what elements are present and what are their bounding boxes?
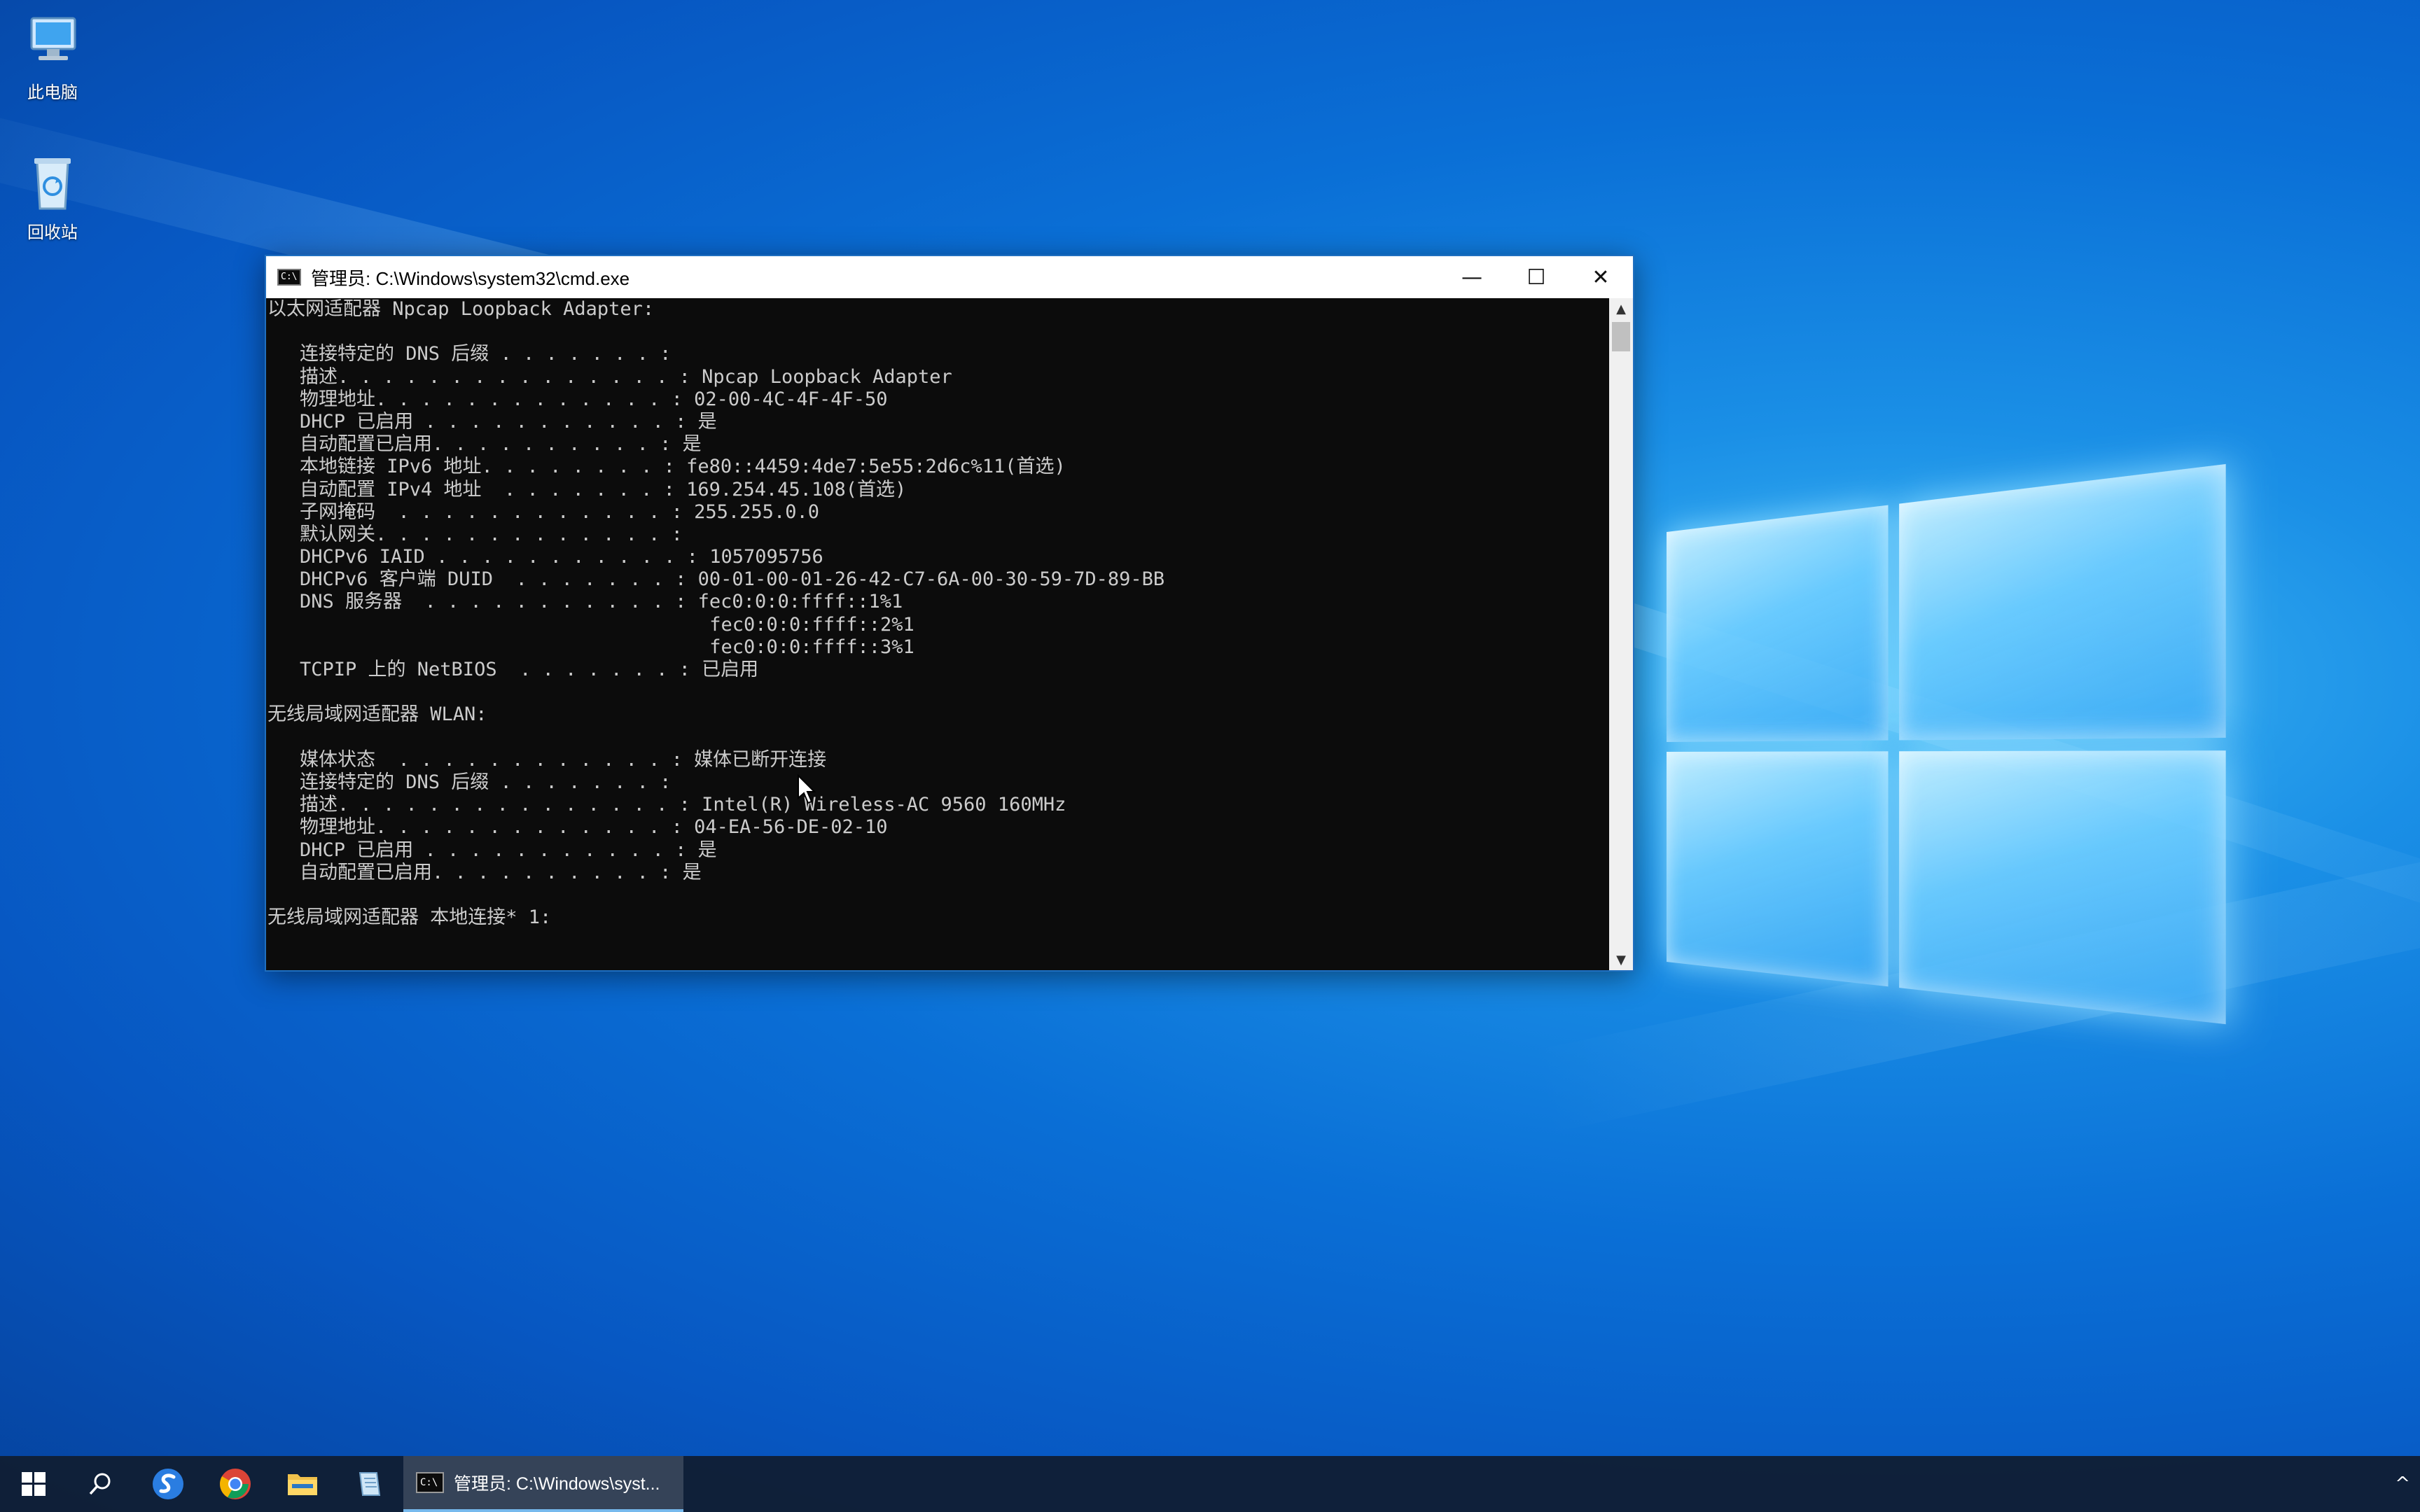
close-button[interactable]: ✕ [1569, 256, 1633, 298]
console-line: fec0:0:0:ffff::2%1 [300, 613, 915, 636]
console-line: 无线局域网适配器 WLAN: [267, 704, 487, 726]
title-bar[interactable]: C:\ 管理员: C:\Windows\system32\cmd.exe — ☐… [266, 256, 1633, 298]
taskbar: C:\ 管理员: C:\Windows\syst... ^ [0, 1456, 2420, 1512]
folder-icon [288, 1474, 317, 1495]
maximize-icon: ☐ [1527, 265, 1546, 290]
console-line: 本地链接 IPv6 地址. . . . . . . . : fe80::4459… [300, 456, 1066, 478]
console-line: 描述. . . . . . . . . . . . . . . : Intel(… [300, 794, 1066, 816]
tray-chevron-icon[interactable]: ^ [2395, 1456, 2410, 1512]
sogou-icon [153, 1469, 183, 1499]
scroll-up-arrow-icon[interactable]: ▲ [1609, 298, 1633, 319]
console-line: 连接特定的 DNS 后缀 . . . . . . . : [300, 771, 672, 793]
console-line: 媒体状态 . . . . . . . . . . . . : 媒体已断开连接 [300, 748, 827, 771]
console-line: DHCPv6 IAID . . . . . . . . . . . : 1057… [300, 546, 823, 568]
console-line: 自动配置已启用. . . . . . . . . . : 是 [300, 433, 702, 456]
windows-logo-icon [22, 1472, 46, 1496]
console-line: 以太网适配器 Npcap Loopback Adapter: [267, 298, 655, 320]
chrome-button[interactable] [202, 1456, 269, 1512]
close-icon: ✕ [1592, 265, 1610, 290]
console-line: DHCP 已启用 . . . . . . . . . . . : 是 [300, 839, 717, 861]
cmd-window[interactable]: C:\ 管理员: C:\Windows\system32\cmd.exe — ☐… [265, 255, 1634, 972]
mouse-pointer-icon [798, 774, 816, 804]
console-line: 描述. . . . . . . . . . . . . . . : Npcap … [300, 365, 952, 388]
console-line: DNS 服务器 . . . . . . . . . . . : fec0:0:0… [300, 591, 903, 613]
console-line: fec0:0:0:ffff::3%1 [300, 636, 915, 658]
desktop-icon-label: 此电脑 [27, 83, 78, 102]
desktop-icon-this-pc[interactable]: 此电脑 [0, 13, 105, 103]
console-output[interactable]: 以太网适配器 Npcap Loopback Adapter: 连接特定的 DNS … [266, 298, 1612, 970]
console-line: 物理地址. . . . . . . . . . . . . : 02-00-4C… [300, 388, 888, 410]
notepad-icon [359, 1472, 381, 1496]
desktop-icon-label: 回收站 [27, 223, 78, 242]
desktop-icon-recycle-bin[interactable]: 回收站 [0, 153, 105, 243]
vertical-scrollbar[interactable]: ▲ ▼ [1609, 298, 1633, 970]
file-explorer-button[interactable] [269, 1456, 336, 1512]
taskbar-cmd-task[interactable]: C:\ 管理员: C:\Windows\syst... [403, 1456, 683, 1512]
console-line: 自动配置已启用. . . . . . . . . . : 是 [300, 861, 702, 883]
console-app-icon: C:\ [277, 269, 301, 286]
maximize-button[interactable]: ☐ [1504, 256, 1569, 298]
start-button[interactable] [0, 1456, 67, 1512]
console-line: 子网掩码 . . . . . . . . . . . . : 255.255.0… [300, 500, 819, 523]
search-button[interactable] [67, 1456, 134, 1512]
console-line: DHCPv6 客户端 DUID . . . . . . . : 00-01-00… [300, 568, 1165, 591]
console-line: 无线局域网适配器 本地连接* 1: [267, 906, 552, 929]
console-line: 连接特定的 DNS 后缀 . . . . . . . : [300, 343, 672, 365]
console-app-icon: C:\ [416, 1472, 444, 1493]
console-line: 默认网关. . . . . . . . . . . . . : [300, 523, 683, 545]
search-icon [89, 1473, 111, 1495]
console-line: TCPIP 上的 NetBIOS . . . . . . . : 已启用 [300, 659, 759, 680]
sogou-browser-button[interactable] [134, 1456, 202, 1512]
chrome-icon [220, 1469, 251, 1499]
minimize-icon: — [1461, 265, 1482, 290]
minimize-button[interactable]: — [1440, 256, 1504, 298]
taskbar-cmd-label: 管理员: C:\Windows\syst... [454, 1474, 660, 1494]
console-line: DHCP 已启用 . . . . . . . . . . . : 是 [300, 410, 717, 433]
notepad-app-button[interactable] [336, 1456, 403, 1512]
scroll-down-arrow-icon[interactable]: ▼ [1609, 949, 1633, 970]
console-line: 自动配置 IPv4 地址 . . . . . . . : 169.254.45.… [300, 478, 907, 500]
console-line: 物理地址. . . . . . . . . . . . . : 04-EA-56… [300, 816, 888, 839]
scrollbar-thumb[interactable] [1612, 322, 1630, 351]
computer-icon [22, 13, 83, 74]
windows-wallpaper-logo [1667, 463, 2232, 1049]
recycle-bin-icon [22, 153, 83, 214]
window-title: 管理员: C:\Windows\system32\cmd.exe [311, 267, 630, 289]
desktop: 此电脑 回收站 C:\ 管理员: C:\Windows\system32\cmd… [0, 0, 2420, 1512]
